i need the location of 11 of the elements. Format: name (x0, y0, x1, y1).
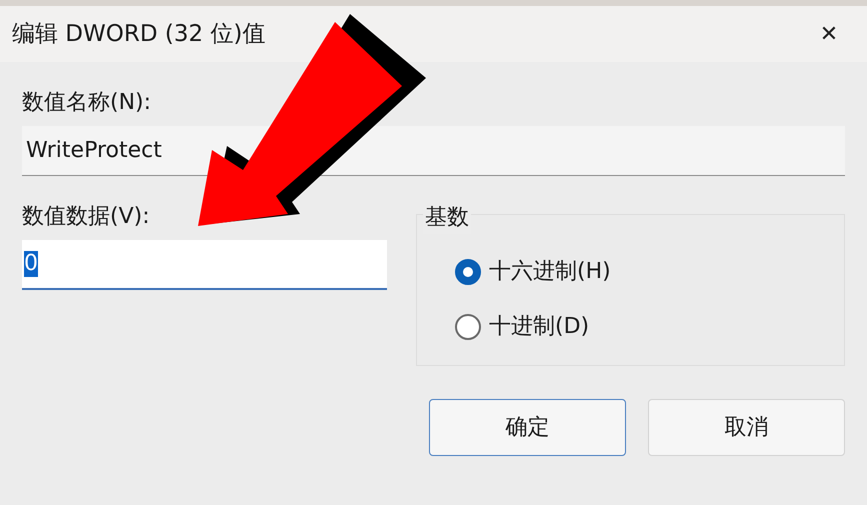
radio-label: 十六进制(H) (489, 258, 611, 286)
input-field[interactable]: 0 (22, 240, 387, 290)
dialog-button[interactable]: 确定 (429, 399, 626, 456)
window-title: 编辑 DWORD (32 位)值 (12, 20, 266, 49)
radio-button[interactable] (455, 258, 481, 284)
radio-label: 十进制(D) (489, 313, 590, 341)
radio-button[interactable] (455, 314, 481, 340)
field-label: 数值名称(N): (22, 89, 152, 117)
dialog-button[interactable]: 取消 (648, 399, 845, 456)
close-button[interactable]: ✕ (809, 14, 849, 54)
field-label: 数值数据(V): (22, 203, 151, 231)
